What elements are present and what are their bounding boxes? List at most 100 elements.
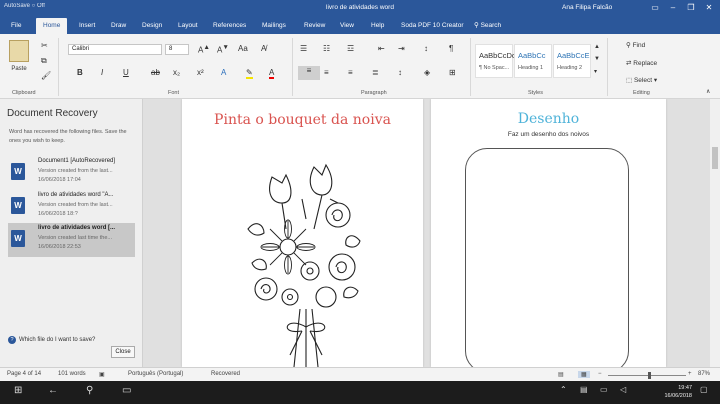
- focus-mode-icon[interactable]: ▤: [558, 371, 564, 378]
- decrease-indent-icon[interactable]: ⇤: [378, 44, 385, 53]
- italic-icon[interactable]: I: [101, 68, 103, 77]
- align-right-icon[interactable]: ≡: [348, 68, 353, 77]
- page-title: Pinta o bouquet da noiva: [214, 112, 391, 128]
- shrink-font-icon[interactable]: A▼: [217, 44, 229, 55]
- show-formatting-icon[interactable]: ¶: [449, 44, 453, 53]
- vertical-scrollbar[interactable]: [710, 99, 720, 367]
- task-view-icon[interactable]: ▭: [122, 385, 131, 396]
- paste-icon[interactable]: [9, 40, 29, 62]
- replace-button[interactable]: ⇄ Replace: [626, 59, 657, 67]
- line-spacing-icon[interactable]: ↕: [398, 68, 402, 77]
- print-layout-icon[interactable]: ▦: [578, 371, 590, 378]
- superscript-icon[interactable]: x²: [197, 68, 204, 77]
- grow-font-icon[interactable]: A▲: [198, 44, 210, 55]
- bold-icon[interactable]: B: [77, 68, 83, 77]
- tab-soda-pdf[interactable]: Soda PDF 10 Creator: [401, 18, 464, 34]
- borders-icon[interactable]: ⊞: [449, 68, 456, 77]
- paste-button[interactable]: Paste: [7, 66, 31, 72]
- style-heading-2[interactable]: AaBbCcE Heading 2: [553, 44, 591, 78]
- collapse-ribbon-icon[interactable]: ∧: [706, 88, 710, 95]
- bullets-icon[interactable]: ☰: [300, 44, 307, 53]
- underline-icon[interactable]: U: [123, 68, 129, 77]
- recovery-help-link[interactable]: ? Which file do I want to save?: [8, 336, 95, 344]
- word-count[interactable]: 101 words: [58, 371, 86, 377]
- font-name-combo[interactable]: Calibri: [68, 44, 162, 55]
- tab-references[interactable]: References: [213, 18, 246, 34]
- document-page[interactable]: Pinta o bouquet da noiva: [182, 99, 423, 367]
- tab-view[interactable]: View: [340, 18, 354, 34]
- increase-indent-icon[interactable]: ⇥: [398, 44, 405, 53]
- highlight-icon[interactable]: ✎: [246, 68, 253, 79]
- align-center-icon[interactable]: ≡: [324, 68, 329, 77]
- font-size-combo[interactable]: 8: [165, 44, 189, 55]
- close-icon[interactable]: ✕: [700, 0, 718, 16]
- proofing-icon[interactable]: ▣: [99, 371, 105, 378]
- tab-mailings[interactable]: Mailings: [262, 18, 286, 34]
- clear-formatting-icon[interactable]: A̸: [261, 44, 266, 53]
- styles-scroll-up-icon[interactable]: ▲: [594, 44, 600, 50]
- minimize-icon[interactable]: –: [664, 0, 682, 16]
- recovery-file-item-selected[interactable]: W livro de atividades word [... Version …: [8, 223, 135, 257]
- shading-icon[interactable]: ◈: [424, 68, 430, 77]
- zoom-slider-thumb[interactable]: [648, 372, 651, 379]
- style-heading-1[interactable]: AaBbCc Heading 1: [514, 44, 552, 78]
- language-indicator[interactable]: Português (Portugal): [128, 371, 183, 377]
- search-icon[interactable]: ⚲: [86, 385, 93, 396]
- font-color-icon[interactable]: A: [269, 68, 275, 79]
- tab-help[interactable]: Help: [371, 18, 384, 34]
- close-recovery-button[interactable]: Close: [111, 346, 135, 358]
- document-page[interactable]: Desenho Faz um desenho dos noivos: [431, 99, 666, 367]
- numbering-icon[interactable]: ☷: [323, 44, 330, 53]
- text-effects-icon[interactable]: A: [221, 68, 226, 77]
- volume-icon[interactable]: ◁: [620, 385, 626, 394]
- multilevel-list-icon[interactable]: ☲: [347, 44, 354, 53]
- tab-insert[interactable]: Insert: [79, 18, 95, 34]
- zoom-out-icon[interactable]: −: [598, 371, 602, 377]
- style-no-spacing[interactable]: AaBbCcDc ¶ No Spac...: [475, 44, 516, 78]
- recovered-status: Recovered: [211, 371, 241, 377]
- tab-design[interactable]: Design: [142, 18, 162, 34]
- strikethrough-icon[interactable]: ab: [151, 68, 160, 77]
- scrollbar-thumb[interactable]: [712, 147, 718, 169]
- recovery-file-name: livro de atividades word [...: [38, 225, 116, 231]
- styles-scroll-down-icon[interactable]: ▼: [594, 56, 600, 62]
- tab-home[interactable]: Home: [36, 18, 68, 34]
- select-button[interactable]: ⬚ Select ▾: [626, 76, 657, 84]
- bouquet-coloring-image[interactable]: [242, 159, 370, 367]
- notification-chevron-icon[interactable]: ⌃: [560, 385, 567, 394]
- network-icon[interactable]: ▤: [580, 385, 588, 394]
- windows-start-icon[interactable]: ⊞: [14, 385, 22, 396]
- tab-review[interactable]: Review: [304, 18, 325, 34]
- zoom-in-icon[interactable]: +: [688, 371, 692, 377]
- select-icon: ⬚: [626, 77, 634, 84]
- back-icon[interactable]: ←: [48, 385, 58, 396]
- restore-icon[interactable]: ❐: [682, 0, 700, 16]
- zoom-level[interactable]: 87%: [698, 371, 710, 377]
- ribbon-display-icon[interactable]: ▭: [646, 0, 664, 16]
- taskbar-clock[interactable]: 19:47 16/06/2018: [636, 384, 692, 400]
- zoom-slider[interactable]: [608, 375, 686, 376]
- change-case-icon[interactable]: Aa: [238, 44, 248, 53]
- battery-icon[interactable]: ▭: [600, 385, 608, 394]
- recovery-file-item[interactable]: W livro de atividades word "A... Version…: [8, 190, 135, 224]
- tab-layout[interactable]: Layout: [178, 18, 198, 34]
- format-painter-icon[interactable]: 🖌: [41, 71, 51, 80]
- style-name: ¶ No Spac...: [479, 65, 510, 71]
- user-name[interactable]: Ana Filipa Falcão: [562, 4, 612, 11]
- align-left-icon[interactable]: ≡: [298, 66, 320, 80]
- tell-me-search[interactable]: ⚲ Search: [474, 18, 501, 34]
- tab-draw[interactable]: Draw: [111, 18, 126, 34]
- styles-more-icon[interactable]: ▾: [594, 68, 597, 75]
- tab-file[interactable]: File: [11, 18, 21, 34]
- find-button[interactable]: ⚲ Find: [626, 41, 645, 49]
- cut-icon[interactable]: ✂: [41, 41, 48, 50]
- subscript-icon[interactable]: x₂: [173, 68, 180, 77]
- copy-icon[interactable]: ⧉: [41, 56, 47, 66]
- sort-icon[interactable]: ↕: [424, 44, 428, 53]
- title-bar: AutoSave ○ Off livro de atividades word …: [0, 0, 720, 16]
- recovery-file-item[interactable]: W Document1 [AutoRecovered] Version crea…: [8, 156, 135, 190]
- justify-icon[interactable]: ≣: [372, 68, 379, 77]
- action-center-icon[interactable]: ▢: [700, 385, 708, 394]
- document-canvas[interactable]: Pinta o bouquet da noiva Desenho Faz um …: [143, 99, 710, 367]
- page-count[interactable]: Page 4 of 14: [7, 371, 41, 377]
